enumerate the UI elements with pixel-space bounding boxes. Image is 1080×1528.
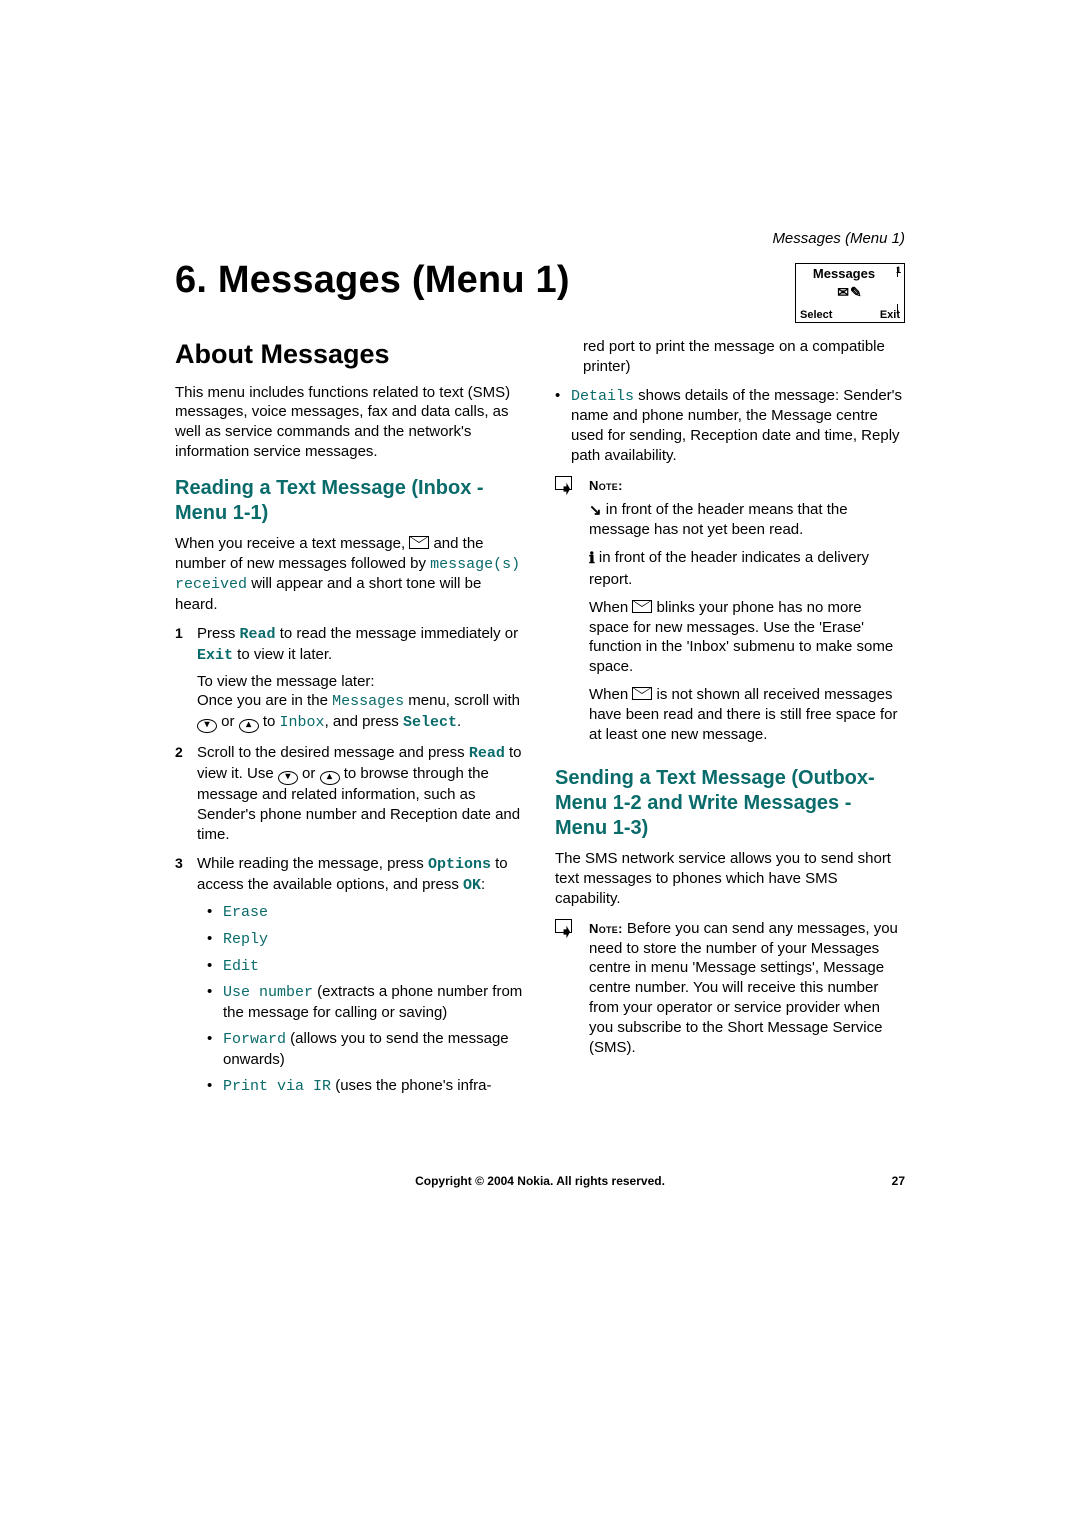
- note-blink: When blinks your phone has no more space…: [589, 598, 905, 677]
- opt-erase: Erase: [207, 902, 525, 923]
- reading-intro: When you receive a text message, and the…: [175, 534, 525, 615]
- phone-screen-icons: ✉✎: [796, 284, 904, 301]
- about-heading: About Messages: [175, 337, 525, 373]
- reading-heading: Reading a Text Message (Inbox - Menu 1-1…: [175, 476, 525, 526]
- note-icon: ➧: [555, 919, 581, 939]
- note-notshown: When is not shown all received messages …: [589, 685, 905, 744]
- envelope-icon: [632, 600, 652, 613]
- opt-details: Details shows details of the message: Se…: [555, 386, 905, 466]
- step-1-later: To view the message later: Once you are …: [197, 672, 525, 734]
- opt-forward: Forward (allows you to send the message …: [207, 1029, 525, 1070]
- phone-screen-title: Messages: [796, 266, 892, 281]
- page-footer: Copyright © 2004 Nokia. All rights reser…: [175, 1174, 905, 1188]
- note-delivery: ℹ in front of the header indicates a del…: [589, 548, 905, 590]
- copyright: Copyright © 2004 Nokia. All rights reser…: [235, 1174, 845, 1188]
- phone-menu-number: 1: [896, 265, 901, 275]
- down-key-icon: ▾: [197, 719, 217, 733]
- running-header: Messages (Menu 1): [175, 230, 905, 247]
- opt-edit: Edit: [207, 956, 525, 977]
- sending-heading: Sending a Text Message (Outbox- Menu 1-2…: [555, 766, 905, 841]
- note-label: Note:: [589, 921, 623, 936]
- phone-softkey-right: Exit: [880, 309, 900, 321]
- sending-intro: The SMS network service allows you to se…: [555, 849, 905, 908]
- chapter-title: 6. Messages (Menu 1): [175, 259, 570, 302]
- right-column: red port to print the message on a compa…: [555, 337, 905, 1106]
- phone-softkey-left: Select: [800, 309, 832, 321]
- envelope-icon: [409, 536, 429, 549]
- sending-note-body: Before you can send any messages, you ne…: [589, 920, 898, 1056]
- phone-screen-illustration: 1 Messages ✉✎ Select Exit: [795, 263, 905, 323]
- down-key-icon: ▾: [278, 771, 298, 785]
- note-icon: ➧: [555, 476, 581, 496]
- step-1: Press Read to read the message immediate…: [175, 624, 525, 733]
- opt-use-number: Use number (extracts a phone number from…: [207, 982, 525, 1023]
- up-key-icon: ▴: [320, 771, 340, 785]
- step-2: Scroll to the desired message and press …: [175, 743, 525, 844]
- left-column: About Messages This menu includes functi…: [175, 337, 525, 1106]
- step-3: While reading the message, press Options…: [175, 854, 525, 1096]
- page-number: 27: [845, 1174, 905, 1188]
- up-key-icon: ▴: [239, 719, 259, 733]
- about-intro: This menu includes functions related to …: [175, 383, 525, 462]
- opt-reply: Reply: [207, 929, 525, 950]
- note-unread: ↘ in front of the header means that the …: [589, 500, 905, 541]
- print-continued: red port to print the message on a compa…: [555, 337, 905, 377]
- note-block-2: ➧ Note: Before you can send any messages…: [555, 919, 905, 1058]
- arrow-in-icon: ↘: [589, 501, 602, 521]
- opt-print: Print via IR (uses the phone's infra-: [207, 1076, 525, 1097]
- note-block-1: ➧ Note: ↘ in front of the header means t…: [555, 476, 905, 753]
- note-label: Note:: [589, 478, 623, 493]
- envelope-icon: [632, 687, 652, 700]
